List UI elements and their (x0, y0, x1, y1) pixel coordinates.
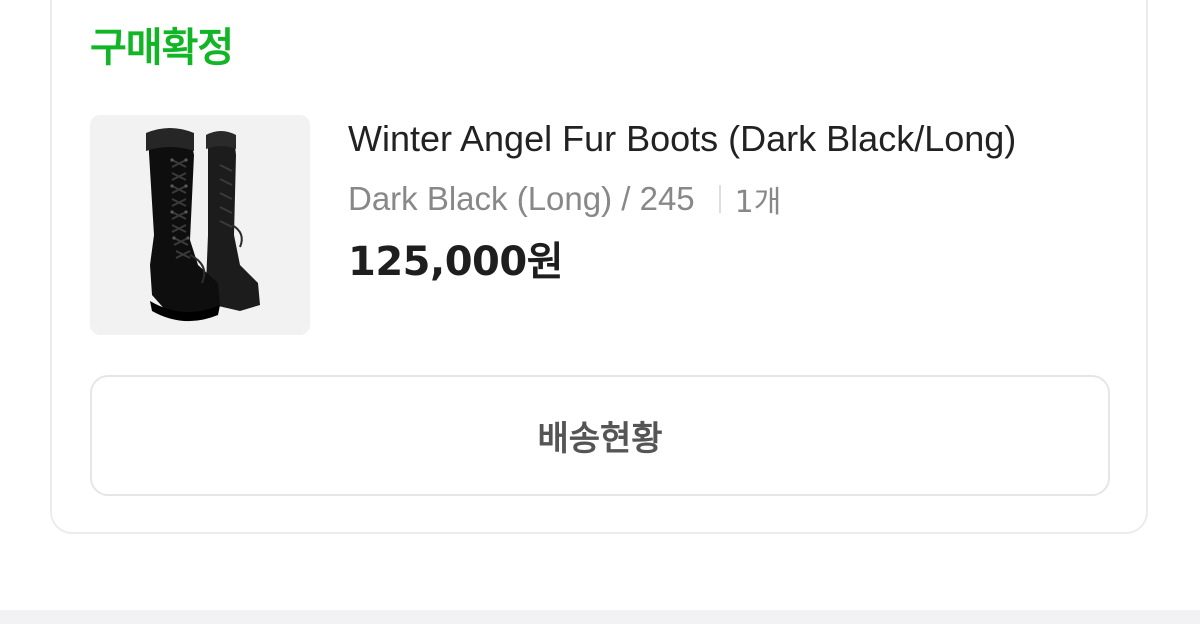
product-option: Dark Black (Long) / 245 (348, 180, 695, 217)
order-status-label: 구매확정 (90, 25, 234, 71)
shipping-status-button[interactable]: 배송현황 (90, 375, 1110, 496)
option-divider (718, 185, 721, 213)
order-detail-page: 구매확정 Winter Angel Fur Boots (Dark Black/… (0, 0, 1200, 624)
product-quantity: 1개 (734, 185, 782, 220)
product-name[interactable]: Winter Angel Fur Boots (Dark Black/Long) (348, 116, 1016, 162)
section-divider (0, 610, 1200, 624)
product-price: 125,000원 (348, 239, 564, 285)
product-thumbnail[interactable] (90, 115, 310, 335)
boots-image-icon (146, 128, 260, 322)
product-option-row: Dark Black (Long) / 245 1개 (348, 176, 781, 222)
